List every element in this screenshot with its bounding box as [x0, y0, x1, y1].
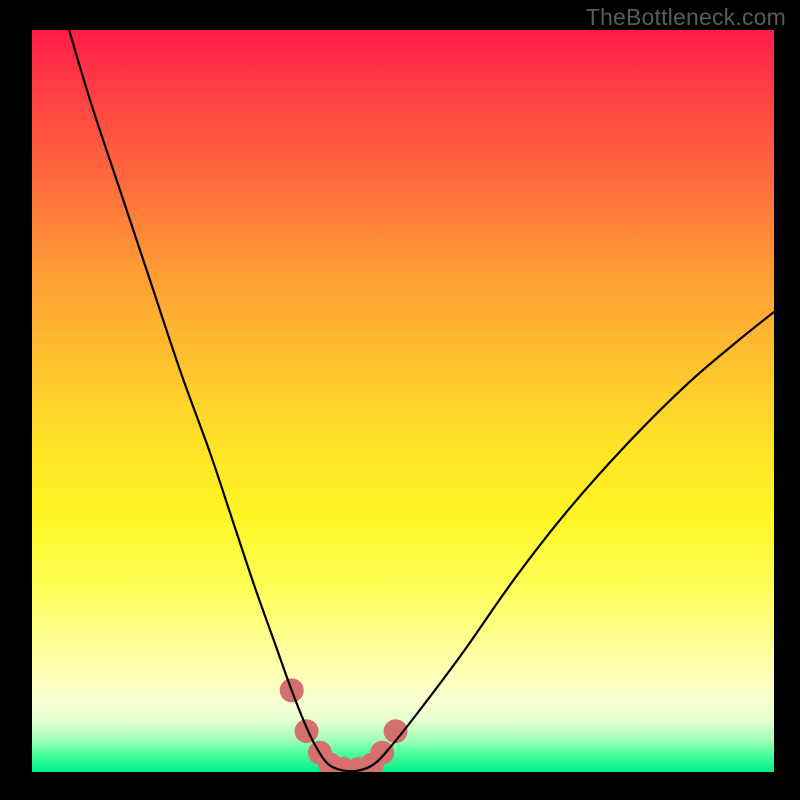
- curve-marker: [295, 719, 319, 743]
- curve-marker: [370, 741, 394, 765]
- bottleneck-curve: [69, 30, 774, 771]
- plot-area: [32, 30, 774, 772]
- chart-frame: TheBottleneck.com: [0, 0, 800, 800]
- marker-group: [280, 678, 408, 772]
- curve-layer: [32, 30, 774, 772]
- watermark-text: TheBottleneck.com: [586, 4, 786, 31]
